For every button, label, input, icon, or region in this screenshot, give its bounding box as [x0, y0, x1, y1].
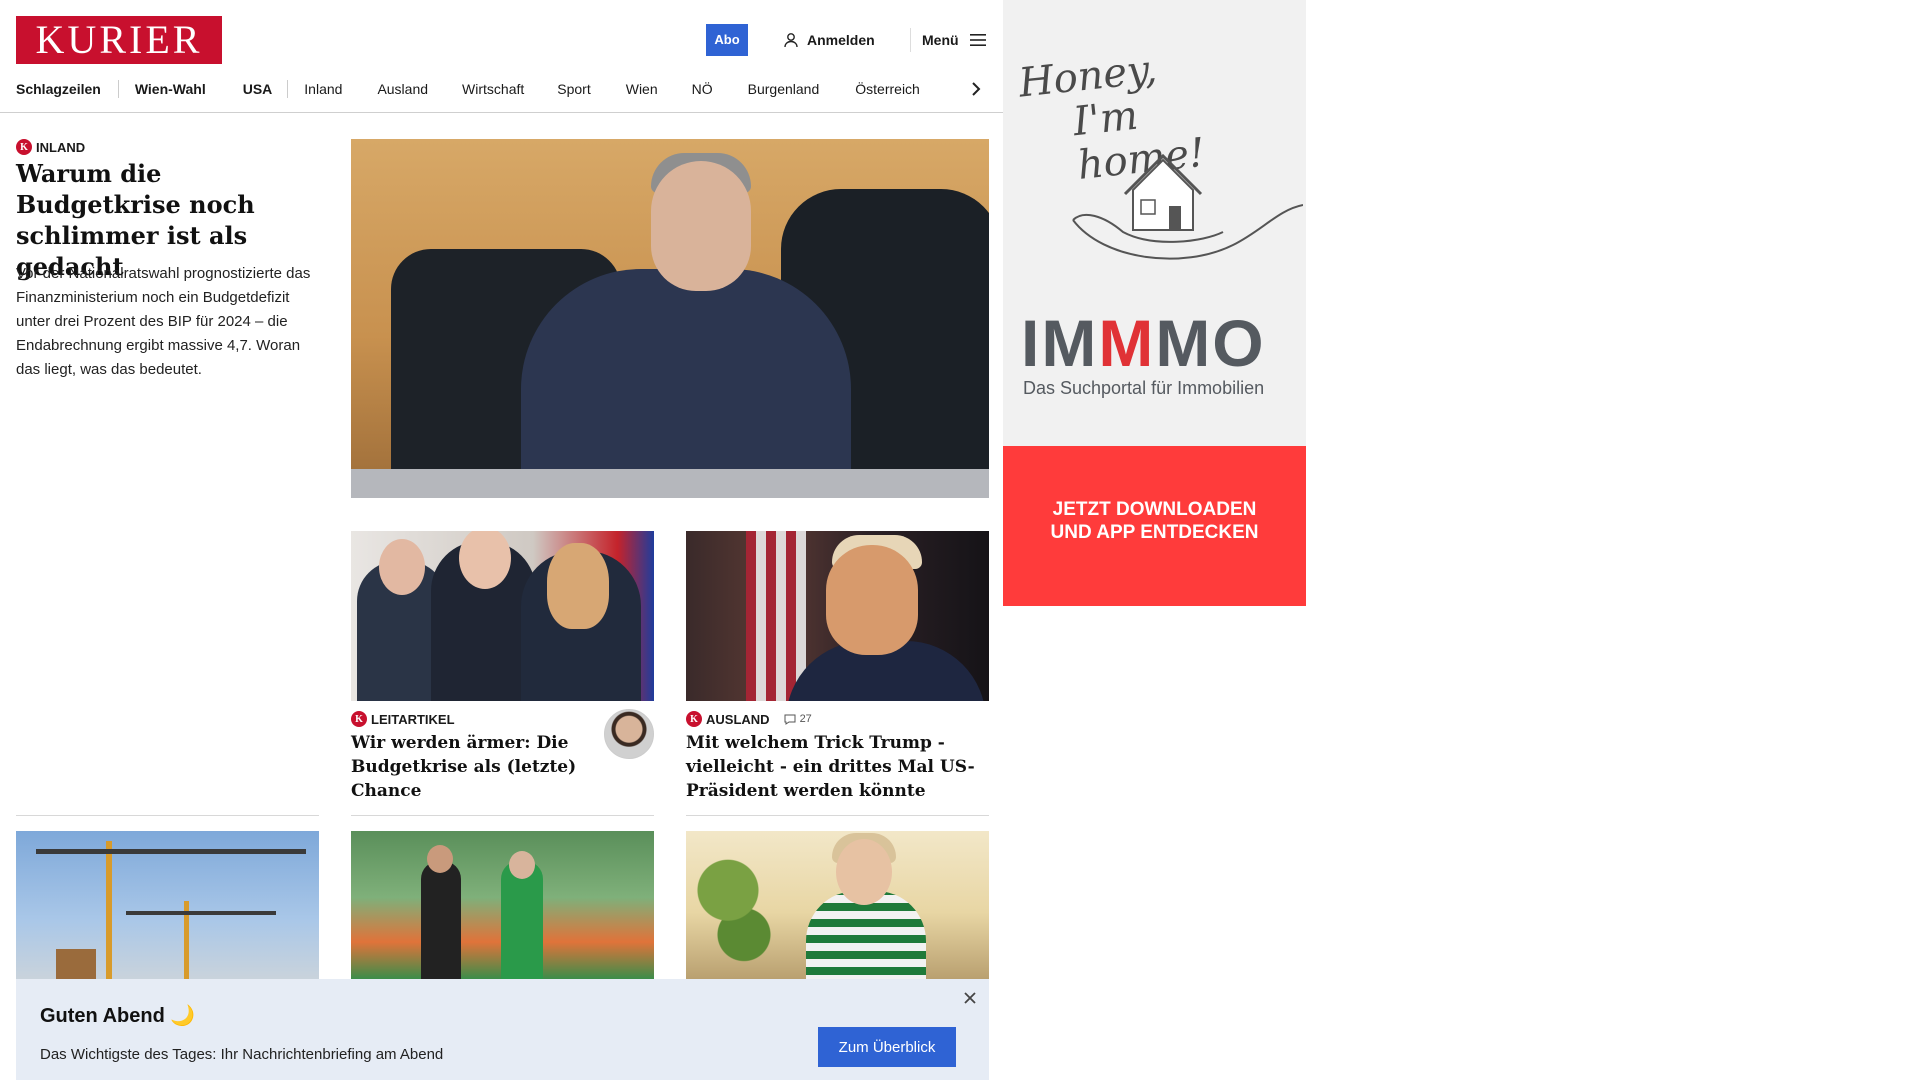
abo-button[interactable]: Abo	[706, 24, 748, 56]
close-icon	[964, 992, 976, 1004]
header-divider	[910, 28, 911, 52]
story-meta-leitartikel: K LEITARTIKEL	[351, 711, 455, 727]
kurier-logo[interactable]: KURIER	[16, 16, 222, 64]
story-divider	[686, 815, 989, 816]
lead-teaser: Vor der Nationalratswahl prognostizierte…	[16, 265, 311, 378]
ad-download-cta[interactable]: JETZT DOWNLOADEN UND APP ENTDECKEN	[1003, 446, 1306, 606]
briefing-text: Das Wichtigste des Tages: Ihr Nachrichte…	[40, 1046, 444, 1063]
nav-item-schlagzeilen[interactable]: Schlagzeilen	[16, 81, 101, 97]
story-divider	[16, 815, 319, 816]
menu-label: Menü	[922, 32, 959, 48]
menu-button[interactable]: Menü	[922, 30, 987, 50]
story-image-cranes[interactable]	[16, 831, 319, 979]
nav-divider	[117, 80, 119, 98]
comment-count[interactable]: 27	[784, 713, 812, 725]
author-avatar[interactable]	[604, 709, 654, 759]
briefing-close-button[interactable]	[961, 989, 979, 1007]
lead-image[interactable]	[351, 139, 989, 498]
nav-item-burgenland[interactable]: Burgenland	[748, 81, 820, 97]
comment-count-value: 27	[799, 713, 812, 725]
story-kicker-label: AUSLAND	[706, 711, 770, 727]
nav-divider	[287, 80, 289, 98]
kurier-k-icon: K	[16, 139, 32, 155]
story-image-leitartikel[interactable]	[351, 531, 654, 701]
hamburger-icon	[969, 34, 986, 46]
story-divider	[351, 815, 654, 816]
nav-scroll-right-button[interactable]	[966, 78, 986, 100]
header-divider-line	[0, 112, 1003, 113]
nav-item-wien[interactable]: Wien	[626, 81, 658, 97]
briefing-overview-button[interactable]: Zum Überblick	[818, 1027, 956, 1067]
nav-item-oesterreich[interactable]: Österreich	[855, 81, 920, 97]
nav-item-noe[interactable]: NÖ	[692, 81, 713, 97]
ad-cta-label: JETZT DOWNLOADEN UND APP ENTDECKEN	[1050, 499, 1259, 543]
nav-item-inland[interactable]: Inland	[304, 81, 342, 97]
immmo-subline: Das Suchportal für Immobilien	[1023, 378, 1265, 398]
nav-item-wien-wahl[interactable]: Wien-Wahl	[135, 81, 206, 97]
story-image-cooking[interactable]	[686, 831, 989, 979]
kurier-site: KURIER Abo Anmelden Menü Schlagzeilen Wi…	[0, 0, 1003, 1080]
story-image-ausland[interactable]	[686, 531, 989, 701]
kurier-k-icon: K	[351, 711, 367, 727]
user-icon	[784, 33, 798, 48]
story-kicker-label: LEITARTIKEL	[371, 711, 455, 727]
house-in-hand-icon	[1072, 153, 1303, 260]
nav-item-ausland[interactable]: Ausland	[377, 81, 428, 97]
briefing-title: Guten Abend 🌙	[40, 1005, 196, 1027]
immmo-wordmark: IMMMO	[1021, 305, 1291, 381]
story-headline-leitartikel[interactable]: Wir werden ärmer: Die Budgetkrise als (l…	[351, 731, 591, 803]
nav-item-sport[interactable]: Sport	[557, 81, 590, 97]
immmo-wordmark-part: IM	[1021, 306, 1099, 380]
immmo-advertisement[interactable]: Honey, I'm home! IMMMO Das Suchportal fü…	[1003, 0, 1306, 606]
lead-kicker[interactable]: K INLAND	[16, 139, 85, 155]
story-kicker[interactable]: K AUSLAND	[686, 711, 770, 727]
login-button[interactable]: Anmelden	[783, 30, 875, 50]
login-label: Anmelden	[807, 32, 875, 48]
chevron-right-icon	[972, 82, 981, 96]
story-headline-ausland[interactable]: Mit welchem Trick Trump - vielleicht - e…	[686, 731, 989, 803]
story-meta-ausland: K AUSLAND 27	[686, 711, 812, 727]
kurier-k-icon: K	[686, 711, 702, 727]
story-image-football[interactable]	[351, 831, 654, 979]
evening-briefing-banner: Guten Abend 🌙 Das Wichtigste des Tages: …	[16, 979, 989, 1080]
nav-item-usa[interactable]: USA	[243, 81, 273, 97]
ad-visual: Honey, I'm home! IMMMO Das Suchportal fü…	[1003, 0, 1306, 446]
story-kicker[interactable]: K LEITARTIKEL	[351, 711, 455, 727]
main-nav: Schlagzeilen Wien-Wahl USA Inland Auslan…	[16, 78, 1003, 100]
immmo-wordmark-part: MO	[1155, 306, 1266, 380]
nav-item-wirtschaft[interactable]: Wirtschaft	[462, 81, 524, 97]
comment-icon	[784, 714, 796, 725]
lead-kicker-label: INLAND	[36, 139, 86, 155]
immmo-wordmark-part: M	[1098, 306, 1156, 380]
